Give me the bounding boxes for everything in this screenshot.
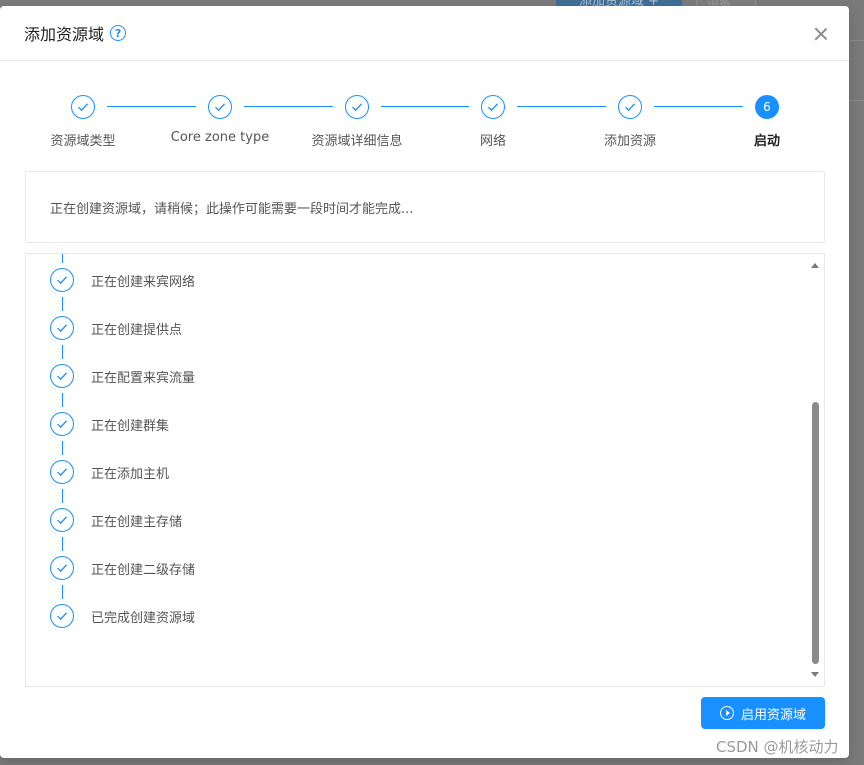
- wizard-step: Core zone type: [160, 95, 280, 145]
- wizard-step: 资源域类型: [23, 95, 143, 149]
- check-icon: [57, 276, 67, 285]
- question-circle-icon[interactable]: ?: [110, 25, 127, 41]
- wizard-step-label: 资源域详细信息: [311, 134, 403, 149]
- timeline-connector: [62, 393, 63, 407]
- check-icon: [57, 324, 67, 333]
- timeline-connector: [62, 297, 63, 311]
- wizard-step-label: 网络: [479, 134, 506, 149]
- check-icon: [625, 103, 635, 112]
- timeline-item: 正在创建二级存储: [50, 556, 195, 580]
- timeline-connector: [62, 537, 63, 551]
- status-message-box: 正在创建资源域，请稍候；此操作可能需要一段时间才能完成...: [25, 171, 825, 243]
- check-circle-icon: [50, 412, 74, 436]
- timeline-item-text: 正在创建主存储: [91, 514, 183, 530]
- scroll-up-arrow-icon[interactable]: [811, 263, 819, 268]
- check-icon: [57, 564, 67, 573]
- check-circle-icon: [50, 604, 74, 628]
- check-icon: [57, 612, 67, 621]
- wizard-step-label: 启动: [753, 134, 780, 149]
- add-zone-dialog: 添加资源域 ? 资源域类型 Core zone type 资源域详细信息 网络 添加资源…: [0, 6, 849, 758]
- launch-zone-button[interactable]: 启用资源域: [701, 697, 825, 729]
- check-icon: [352, 103, 362, 112]
- timeline-connector: [62, 441, 63, 455]
- scroll-down-arrow-icon[interactable]: [811, 672, 819, 677]
- check-icon: [488, 103, 498, 112]
- timeline-item-text: 正在创建二级存储: [91, 562, 196, 578]
- background-divider: [849, 100, 864, 101]
- wizard-step-label: Core zone type: [170, 130, 270, 145]
- timeline-item-text: 正在添加主机: [91, 466, 170, 482]
- background-divider: [849, 40, 864, 41]
- wizard-step: 网络: [433, 95, 553, 149]
- timeline-item: 正在配置来宾流量: [50, 364, 195, 388]
- check-circle-icon: [50, 556, 74, 580]
- timeline-item: 正在创建提供点: [50, 316, 182, 340]
- check-circle-icon: [50, 268, 74, 292]
- check-circle-icon: [50, 364, 74, 388]
- timeline-connector: [62, 254, 63, 263]
- timeline-item-text: 正在创建提供点: [91, 322, 183, 338]
- timeline-item: 正在添加主机: [50, 460, 169, 484]
- play-circle-icon: [719, 706, 734, 720]
- wizard-step: 添加资源: [570, 95, 690, 149]
- timeline-connector: [62, 345, 63, 359]
- timeline-item-text: 正在创建群集: [91, 418, 170, 434]
- check-icon: [57, 372, 67, 381]
- timeline-item-text: 正在配置来宾流量: [91, 370, 196, 386]
- timeline-connector: [62, 585, 63, 599]
- check-icon: [57, 420, 67, 429]
- check-icon: [57, 516, 67, 525]
- check-circle-icon: [50, 316, 74, 340]
- step-check-icon: [345, 95, 369, 119]
- wizard-step-label: 资源域类型: [50, 134, 116, 149]
- dialog-header: 添加资源域 ?: [0, 6, 849, 61]
- check-icon: [57, 468, 67, 477]
- timeline-item: 已完成创建资源域: [50, 604, 195, 628]
- check-icon: [215, 103, 225, 112]
- step-number: 6: [755, 95, 779, 119]
- status-message: 正在创建资源域，请稍候；此操作可能需要一段时间才能完成...: [50, 201, 414, 217]
- scroll-thumb[interactable]: [812, 402, 819, 664]
- step-check-icon: [71, 95, 95, 119]
- timeline-item: 正在创建主存储: [50, 508, 182, 532]
- wizard-step-label: 添加资源: [603, 134, 656, 149]
- timeline-connector: [62, 489, 63, 503]
- scrollbar[interactable]: [807, 254, 824, 686]
- check-icon: [78, 103, 88, 112]
- close-icon[interactable]: [811, 24, 831, 44]
- timeline-item: 正在创建来宾网络: [50, 268, 195, 292]
- timeline-item-text: 正在创建来宾网络: [91, 274, 196, 290]
- dialog-title: 添加资源域: [24, 25, 105, 44]
- check-circle-icon: [50, 460, 74, 484]
- step-check-icon: [481, 95, 505, 119]
- timeline-item-text: 已完成创建资源域: [91, 610, 196, 626]
- wizard-step: 资源域详细信息: [297, 95, 417, 149]
- step-check-icon: [618, 95, 642, 119]
- watermark: CSDN @机核动力: [716, 738, 839, 756]
- timeline-item: 正在创建群集: [50, 412, 169, 436]
- launch-zone-button-label: 启用资源域: [740, 707, 806, 723]
- wizard-steps: 资源域类型 Core zone type 资源域详细信息 网络 添加资源 6 启动: [0, 61, 849, 171]
- step-check-icon: [208, 95, 232, 119]
- wizard-step: 6 启动: [707, 95, 827, 149]
- check-circle-icon: [50, 508, 74, 532]
- progress-timeline: 正在创建来宾网络 正在创建提供点 正在配置来宾流量 正在创建群集 正在添加主机 正在创建主…: [25, 253, 825, 687]
